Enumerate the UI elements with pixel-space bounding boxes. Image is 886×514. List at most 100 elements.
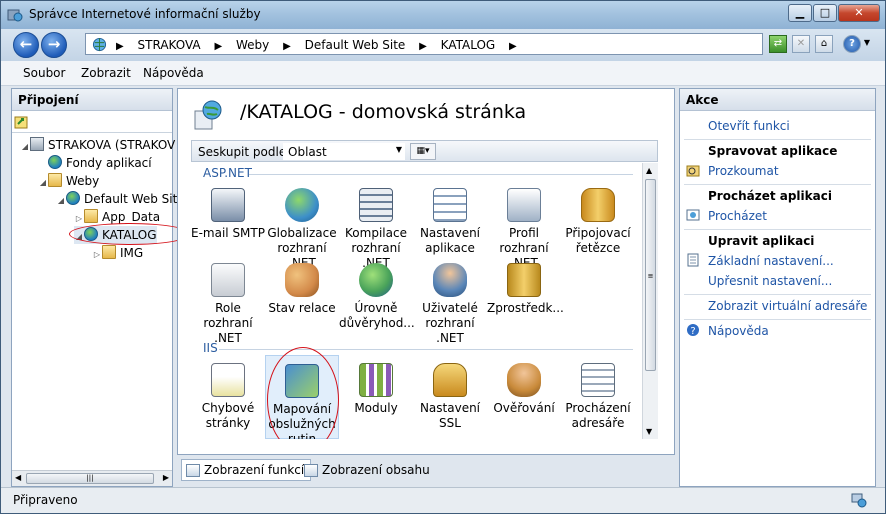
help-dropdown-icon[interactable]: ▼ [862,35,872,53]
refresh-icon[interactable]: ⇄ [769,35,787,53]
breadcrumb-katalog[interactable]: KATALOG [441,38,496,52]
chevron-right-icon[interactable]: ▶ [419,41,427,52]
chevron-right-icon[interactable]: ▶ [214,41,222,52]
globe-icon [92,37,107,52]
address-bar[interactable]: ▶ STRAKOVA ▶ Weby ▶ Default Web Site ▶ K… [85,33,763,55]
feature-globalization[interactable]: Globalizacerozhraní .NET [265,180,339,270]
group-by-select[interactable]: Oblast ▼ [283,143,405,160]
feature-net-roles[interactable]: Role rozhraní .NET [191,255,265,345]
minimize-button[interactable]: ▁ [788,4,812,22]
feature-email-smtp[interactable]: E-mail SMTP [191,180,265,260]
feature-directory-browsing[interactable]: Procházení adresáře [561,355,635,435]
feature-label: Chybové [201,401,255,415]
error-page-icon [211,363,245,397]
menu-view[interactable]: Zobrazit [81,66,131,80]
scroll-down-icon[interactable]: ▼ [646,427,652,436]
back-arrow-icon[interactable]: ← [13,32,39,58]
collapse-icon[interactable]: ◢ [56,192,66,210]
feature-error-pages[interactable]: Chybové stránky [191,355,265,435]
action-explore[interactable]: Prozkoumat [708,164,779,178]
scroll-right-icon[interactable]: ▶ [163,473,169,482]
tree-item-img[interactable]: ▷ IMG [92,244,143,262]
feature-ssl-settings[interactable]: Nastavení SSL [413,355,487,435]
feature-modules[interactable]: Moduly [339,355,413,435]
tree-item-server[interactable]: ◢ STRAKOVA (STRAKOV [20,136,175,154]
section-iis: IIS [203,341,218,355]
tab-label: Zobrazení funkcí [204,463,305,477]
feature-authentication[interactable]: Ověřování [487,355,561,435]
action-help[interactable]: Nápověda [708,324,769,338]
scrollbar-thumb[interactable]: ||| [26,473,154,484]
help-icon[interactable]: ? [843,35,861,53]
tab-content-view[interactable]: Zobrazení obsahu [299,459,437,481]
section-divider [249,174,633,175]
connections-panel: Připojení ◢ STRAKOVA (STRAKOV Fondy aplik… [11,88,191,487]
group-by-label: Seskupit podle: [198,145,291,159]
section-browse-app: Procházet aplikaci [708,189,832,203]
breadcrumb-server[interactable]: STRAKOVA [138,38,201,52]
content-view-icon [304,464,318,477]
scroll-up-icon[interactable]: ▲ [646,166,652,175]
view-mode-icon[interactable]: ▦▾ [410,143,436,160]
group-by-toolbar: Seskupit podle: Oblast ▼ ▦▾ [191,140,658,162]
tree-item-app-pools[interactable]: Fondy aplikací [38,154,152,172]
collapse-icon[interactable]: ◢ [20,138,30,156]
feature-label: Nastavení [419,226,481,240]
maximize-button[interactable]: □ [813,4,837,22]
tree-item-default-site[interactable]: ◢ Default Web Sit [56,190,177,208]
folder-icon [102,245,116,259]
forward-arrow-icon[interactable]: → [41,32,67,58]
feature-connection-strings[interactable]: Připojovací řetězce [561,180,635,260]
tree-horizontal-scrollbar[interactable]: ◀ ||| ▶ [12,470,172,486]
action-advanced-settings[interactable]: Upřesnit nastavení... [708,274,832,288]
action-open-feature[interactable]: Otevřít funkci [708,119,790,133]
session-icon [285,263,319,297]
feature-label: adresáře [571,416,625,430]
feature-label: Procházení [565,401,631,415]
group-by-value: Oblast [288,145,327,159]
home-icon[interactable]: ⌂ [815,35,833,53]
action-browse[interactable]: Procházet [708,209,767,223]
action-basic-settings[interactable]: Základní nastavení... [708,254,834,268]
chevron-right-icon[interactable]: ▶ [509,41,517,52]
tree-item-sites[interactable]: ◢ Weby [38,172,99,190]
divider [684,294,871,295]
menu-bar: Soubor Zobrazit Nápověda [1,61,885,86]
scrollbar-thumb[interactable]: ≡ [645,179,656,371]
chevron-right-icon[interactable]: ▶ [116,41,124,52]
menu-help[interactable]: Nápověda [143,66,204,80]
menu-file[interactable]: Soubor [23,66,65,80]
feature-app-settings[interactable]: Nastavení aplikace [413,180,487,260]
feature-session-state[interactable]: Stav relace [265,255,339,335]
iis-app-icon [7,9,23,22]
view-tabs: Zobrazení funkcí Zobrazení obsahu [177,457,675,483]
feature-net-users[interactable]: Uživatelé rozhraní .NET [413,255,487,345]
katalog-home-icon [194,100,222,130]
feature-profile[interactable]: Profilrozhraní .NET [487,180,561,270]
explore-icon [686,165,700,177]
action-view-virtual-dirs[interactable]: Zobrazit virtuální adresáře [708,299,867,313]
breadcrumb-sites[interactable]: Weby [236,38,269,52]
title-bar: Správce Internetové informační služby ▁ … [1,1,885,29]
folder-icon [84,209,98,223]
expand-icon[interactable]: ▷ [92,246,102,264]
stop-icon[interactable]: ✕ [792,35,810,53]
breadcrumb-default-site[interactable]: Default Web Site [305,38,406,52]
collapse-icon[interactable]: ◢ [38,174,48,192]
sites-icon [48,173,62,187]
connect-icon[interactable] [14,114,30,130]
close-button[interactable]: ✕ [838,4,880,22]
globe-icon [285,188,319,222]
feature-trust-levels[interactable]: Úrovně důvěryhod... [339,255,415,335]
feature-label: Globalizace [267,226,337,240]
scroll-left-icon[interactable]: ◀ [15,473,21,482]
tab-features-view[interactable]: Zobrazení funkcí [181,459,312,481]
ssl-lock-icon [433,363,467,397]
divider [684,319,871,320]
feature-compilation[interactable]: Kompilacerozhraní .NET [339,180,413,270]
chevron-right-icon[interactable]: ▶ [283,41,291,52]
features-vertical-scrollbar[interactable]: ▲ ≡ ▼ [642,163,658,439]
actions-title: Akce [680,89,875,111]
feature-label: SSL [439,416,461,430]
feature-providers[interactable]: Zprostředk... [487,255,564,335]
